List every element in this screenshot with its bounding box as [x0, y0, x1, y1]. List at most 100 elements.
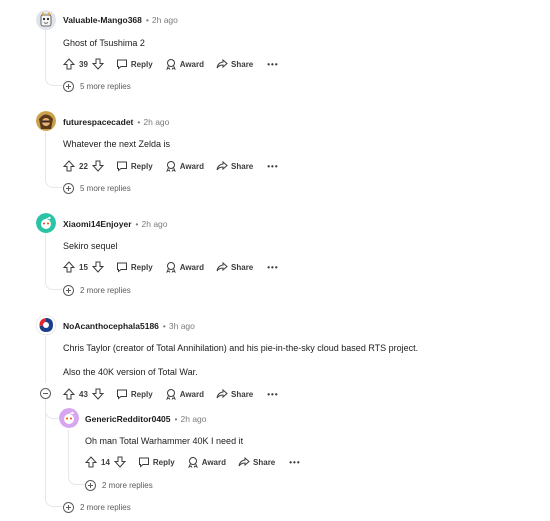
comment-icon — [116, 58, 128, 70]
more-replies-link[interactable]: 2 more replies — [63, 501, 131, 513]
timestamp[interactable]: 2h ago — [181, 414, 207, 424]
username[interactable]: GenericRedditor0405 — [85, 414, 171, 424]
comment-actions: 15 Reply Award Share ••• — [63, 259, 279, 275]
username[interactable]: Valuable-Mango368 — [63, 15, 142, 25]
share-label: Share — [253, 457, 276, 467]
comment-icon — [116, 388, 128, 400]
upvote-icon[interactable] — [63, 261, 75, 273]
share-button[interactable]: Share — [216, 388, 253, 400]
reply-button[interactable]: Reply — [116, 388, 153, 400]
thread-line-curve — [45, 278, 62, 290]
downvote-icon[interactable] — [113, 456, 126, 468]
timestamp[interactable]: 2h ago — [152, 15, 178, 25]
reply-label: Reply — [130, 59, 153, 69]
downvote-icon[interactable] — [91, 58, 104, 70]
share-label: Share — [231, 161, 254, 171]
expand-icon — [63, 80, 74, 92]
share-label: Share — [231, 59, 254, 69]
more-options-icon[interactable]: ••• — [267, 60, 278, 69]
share-icon — [238, 456, 250, 468]
vote-count: 43 — [79, 389, 88, 399]
comment-actions: 14 Reply Award Share ••• — [85, 454, 301, 470]
vote-count: 39 — [79, 59, 88, 69]
avatar[interactable] — [59, 408, 79, 428]
share-label: Share — [231, 389, 254, 399]
upvote-icon[interactable] — [85, 456, 97, 468]
award-button[interactable]: Award — [187, 456, 226, 468]
avatar[interactable] — [36, 213, 56, 233]
award-label: Award — [179, 59, 205, 69]
collapse-thread-icon[interactable] — [40, 388, 51, 399]
upvote-icon[interactable] — [63, 58, 75, 70]
timestamp[interactable]: 2h ago — [142, 219, 168, 229]
downvote-icon[interactable] — [91, 261, 104, 273]
award-button[interactable]: Award — [165, 58, 204, 70]
thread-line — [45, 30, 46, 75]
reply-label: Reply — [152, 457, 175, 467]
more-replies-link[interactable]: 5 more replies — [63, 80, 131, 92]
more-replies-link[interactable]: 5 more replies — [63, 182, 131, 194]
comment-body: Sekiro sequel — [63, 241, 118, 251]
reply-label: Reply — [130, 262, 153, 272]
username[interactable]: Xiaomi14Enjoyer — [63, 219, 132, 229]
thread-line-curve — [68, 472, 85, 485]
thread-line-curve — [45, 74, 62, 86]
share-button[interactable]: Share — [216, 160, 253, 172]
reply-button[interactable]: Reply — [116, 261, 153, 273]
thread-line — [68, 430, 69, 473]
share-button[interactable]: Share — [238, 456, 275, 468]
comment-actions: 43 Reply Award Share ••• — [63, 386, 279, 402]
more-options-icon[interactable]: ••• — [267, 390, 278, 399]
timestamp[interactable]: 3h ago — [169, 321, 195, 331]
more-replies-label: 2 more replies — [102, 480, 153, 490]
avatar[interactable] — [36, 111, 56, 131]
share-button[interactable]: Share — [216, 58, 253, 70]
more-options-icon[interactable]: ••• — [267, 162, 278, 171]
expand-icon — [63, 501, 74, 513]
reply-label: Reply — [130, 161, 153, 171]
award-icon — [165, 160, 177, 172]
reply-button[interactable]: Reply — [116, 160, 153, 172]
expand-icon — [63, 182, 74, 194]
share-icon — [216, 261, 228, 273]
reply-button[interactable]: Reply — [138, 456, 175, 468]
reply-button[interactable]: Reply — [116, 58, 153, 70]
more-replies-link[interactable]: 2 more replies — [85, 479, 153, 491]
thread-line-curve — [45, 176, 62, 188]
upvote-icon[interactable] — [63, 388, 75, 400]
share-icon — [216, 58, 228, 70]
upvote-icon[interactable] — [63, 160, 75, 172]
more-replies-label: 2 more replies — [80, 285, 131, 295]
comment-body: Chris Taylor (creator of Total Annihilat… — [63, 343, 419, 353]
username[interactable]: futurespacecadet — [63, 117, 133, 127]
thread-line — [45, 234, 46, 279]
thread-line-curve — [45, 494, 62, 507]
award-button[interactable]: Award — [165, 160, 204, 172]
award-button[interactable]: Award — [165, 261, 204, 273]
avatar[interactable] — [36, 10, 56, 30]
share-button[interactable]: Share — [216, 261, 253, 273]
vote-count: 22 — [79, 161, 88, 171]
share-icon — [216, 388, 228, 400]
username[interactable]: NoAcanthocephala5186 — [63, 321, 159, 331]
comment-body: Ghost of Tsushima 2 — [63, 38, 145, 48]
avatar[interactable] — [36, 315, 56, 335]
downvote-icon[interactable] — [91, 160, 104, 172]
more-options-icon[interactable]: ••• — [289, 458, 300, 467]
comment-header: NoAcanthocephala5186 • 3h ago — [63, 321, 195, 331]
more-options-icon[interactable]: ••• — [267, 263, 278, 272]
expand-icon — [63, 284, 74, 296]
comment-header: futurespacecadet • 2h ago — [63, 117, 170, 127]
comment-icon — [116, 261, 128, 273]
comment-body: Also the 40K version of Total War. — [63, 367, 198, 377]
award-button[interactable]: Award — [165, 388, 204, 400]
more-replies-link[interactable]: 2 more replies — [63, 284, 131, 296]
comment-icon — [116, 160, 128, 172]
downvote-icon[interactable] — [91, 388, 104, 400]
comment-header: Xiaomi14Enjoyer • 2h ago — [63, 219, 168, 229]
vote-count: 14 — [101, 457, 110, 467]
thread-line — [45, 132, 46, 177]
award-label: Award — [179, 161, 205, 171]
timestamp[interactable]: 2h ago — [143, 117, 169, 127]
award-icon — [165, 261, 177, 273]
